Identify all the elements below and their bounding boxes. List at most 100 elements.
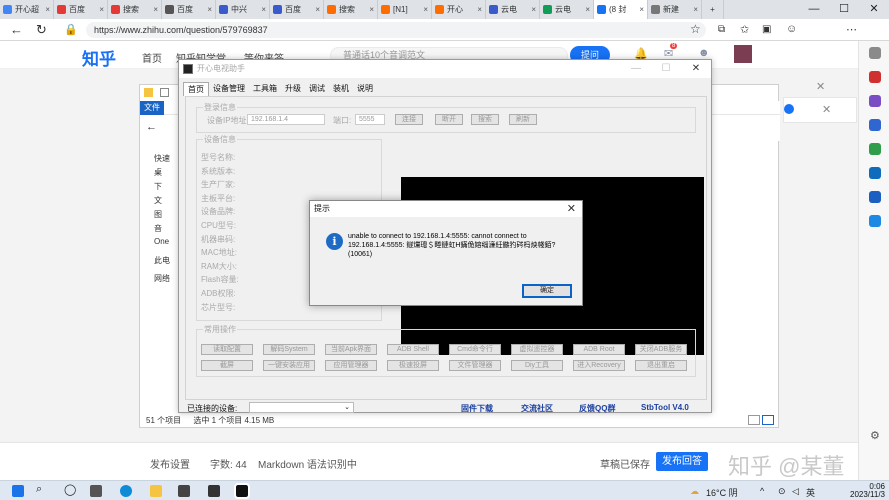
close-icon[interactable]: × — [261, 5, 266, 14]
search-icon[interactable]: ⌕ — [36, 483, 42, 496]
browser-tab[interactable]: 百度 × — [54, 0, 108, 19]
ops-button[interactable]: 当前Apk界面 — [325, 344, 377, 355]
tools-icon[interactable] — [869, 95, 881, 107]
app-icon[interactable] — [208, 485, 220, 497]
shopping-icon[interactable] — [869, 71, 881, 83]
clock[interactable]: 0:06 2023/11/3 — [850, 483, 885, 499]
browser-tab[interactable]: 搜索 × — [108, 0, 162, 19]
browser-tab[interactable]: 新建 × — [648, 0, 702, 19]
ops-button[interactable]: 读取配置 — [201, 344, 253, 355]
browser-tab[interactable]: 搜索 × — [324, 0, 378, 19]
close-icon[interactable]: × — [693, 5, 698, 14]
tree-item[interactable]: 图 — [154, 209, 162, 220]
maximize-icon[interactable]: ☐ — [829, 0, 859, 19]
edge-icon[interactable] — [120, 485, 132, 497]
browser-tab[interactable]: 开心超 × — [0, 0, 54, 19]
browser-tab[interactable]: [N1] × — [378, 0, 432, 19]
close-icon[interactable]: × — [531, 5, 536, 14]
close-icon[interactable]: ✕ — [567, 202, 576, 215]
tray-chevron-icon[interactable]: ^ — [760, 486, 764, 496]
ops-button[interactable]: Diy工具 — [511, 360, 563, 371]
tree-item[interactable]: 桌 — [154, 167, 162, 178]
app-tab[interactable]: 设备管理 — [209, 82, 249, 96]
ops-button[interactable]: 截屏 — [201, 360, 253, 371]
version-link[interactable]: StbTool V4.0 — [641, 403, 689, 412]
close-icon[interactable]: × — [423, 5, 428, 14]
address-bar[interactable]: https://www.zhihu.com/question/579769837 — [86, 22, 706, 38]
collections-icon[interactable]: ▣ — [762, 24, 771, 35]
tiles-view-icon[interactable] — [748, 415, 760, 425]
close-icon[interactable]: × — [477, 5, 482, 14]
ops-button[interactable]: ADB Shell — [387, 344, 439, 355]
maximize-icon[interactable]: ☐ — [651, 60, 681, 78]
ops-button[interactable]: 进入Recovery — [573, 360, 625, 371]
browser-tab[interactable]: 云电 × — [540, 0, 594, 19]
explorer-icon[interactable] — [150, 485, 162, 497]
ip-input[interactable]: 192.168.1.4 — [247, 114, 325, 125]
start-icon[interactable] — [12, 485, 24, 497]
browser-tab[interactable]: 百度 × — [270, 0, 324, 19]
search-icon[interactable] — [869, 47, 881, 59]
app-tab[interactable]: 说明 — [353, 82, 377, 96]
favorite-star-icon[interactable]: ☆ — [690, 22, 701, 36]
device-select[interactable]: ⌄ — [249, 402, 354, 413]
task-view-icon[interactable]: ◯ — [64, 483, 76, 496]
close-icon[interactable]: × — [45, 5, 50, 14]
close-icon[interactable]: × — [585, 5, 590, 14]
zhihu-logo[interactable]: 知乎 — [82, 45, 116, 70]
publish-settings[interactable]: 发布设置 — [150, 456, 190, 471]
ops-button[interactable]: 虚拟遥控器 — [511, 344, 563, 355]
user-center-icon[interactable]: ☻ — [698, 47, 710, 59]
outlook-icon[interactable] — [869, 167, 881, 179]
browser-tab[interactable]: 中兴 × — [216, 0, 270, 19]
close-icon[interactable]: ✕ — [681, 60, 711, 78]
menu-dots-icon[interactable]: ⋯ — [846, 23, 857, 36]
ops-button[interactable]: 应用管理器 — [325, 360, 377, 371]
file-tab[interactable]: 文件 — [140, 101, 164, 115]
back-arrow-icon[interactable]: ← — [10, 22, 23, 37]
ops-button[interactable]: 退出重启 — [635, 360, 687, 371]
volume-icon[interactable]: ◁ — [792, 486, 799, 497]
app-tab[interactable]: 工具箱 — [249, 82, 281, 96]
nav-home[interactable]: 首页 — [142, 50, 162, 65]
close-icon[interactable]: ✕ — [859, 0, 889, 19]
close-icon[interactable]: × — [99, 5, 104, 14]
new-tab-button[interactable]: + — [702, 0, 724, 19]
tree-item[interactable]: One — [154, 237, 169, 246]
disconnect-button[interactable]: 断开 — [435, 114, 463, 125]
lock-icon[interactable]: 🔒 — [64, 23, 78, 36]
avatar[interactable] — [734, 45, 752, 63]
close-icon[interactable]: × — [315, 5, 320, 14]
minimize-icon[interactable]: — — [799, 0, 829, 19]
sidebar-settings-icon[interactable]: ⚙ — [870, 429, 880, 442]
tree-item[interactable]: 快速 — [154, 153, 170, 164]
ok-button[interactable]: 确定 — [522, 284, 572, 298]
app-tab[interactable]: 首页 — [183, 82, 209, 96]
community-link[interactable]: 交流社区 — [521, 403, 553, 414]
browser-tab[interactable]: 云电 × — [486, 0, 540, 19]
widgets-icon[interactable] — [90, 485, 102, 497]
app-tab[interactable]: 调试 — [305, 82, 329, 96]
refresh-icon[interactable]: ↻ — [36, 22, 47, 38]
ime-lang[interactable]: 英 — [806, 486, 815, 499]
close-icon[interactable]: × — [153, 5, 158, 14]
tree-item[interactable]: 此电 — [154, 255, 170, 266]
office-icon[interactable] — [869, 143, 881, 155]
ops-button[interactable]: 一键安装应用 — [263, 360, 315, 371]
store-icon[interactable] — [178, 485, 190, 497]
minimize-icon[interactable]: — — [621, 60, 651, 78]
publish-button[interactable]: 发布回答 — [656, 452, 708, 471]
close-icon[interactable]: × — [369, 5, 374, 14]
connect-button[interactable]: 连接 — [395, 114, 423, 125]
games-icon[interactable] — [869, 119, 881, 131]
browser-tab[interactable]: (8 封 × — [594, 0, 648, 19]
drop-icon[interactable] — [869, 191, 881, 203]
close-icon[interactable]: × — [207, 5, 212, 14]
tree-item[interactable]: 下 — [154, 181, 162, 192]
details-view-icon[interactable] — [762, 415, 774, 425]
profile-icon[interactable]: ☺ — [786, 23, 797, 35]
ops-button[interactable]: 文件管理器 — [449, 360, 501, 371]
ops-button[interactable]: 关闭ADB服务 — [635, 344, 687, 355]
telegram-icon[interactable] — [869, 215, 881, 227]
app-tab[interactable]: 升级 — [281, 82, 305, 96]
